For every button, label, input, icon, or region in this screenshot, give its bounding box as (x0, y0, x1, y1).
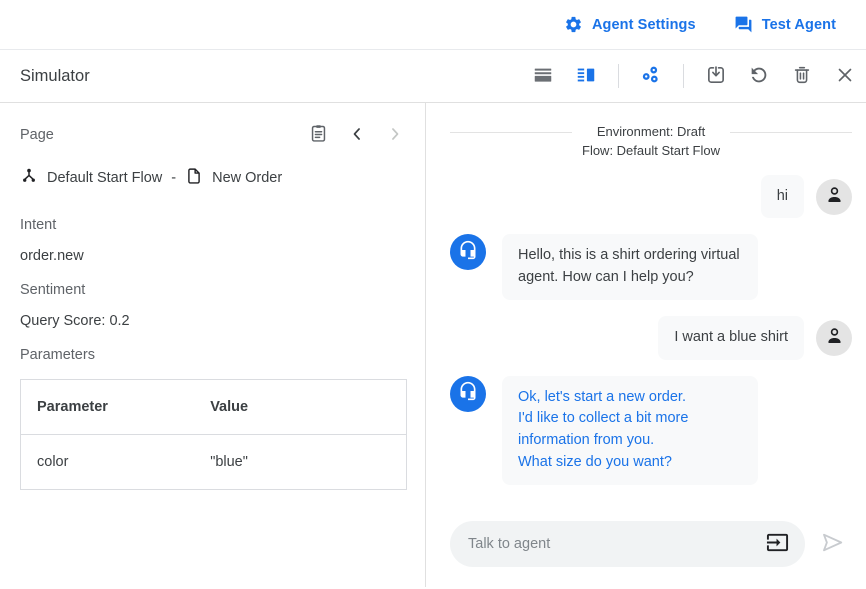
user-message-bubble: hi (761, 175, 804, 219)
agent-icon (458, 240, 478, 265)
send-icon (819, 529, 846, 559)
toolbar-divider (618, 64, 619, 88)
agent-message-bubble: Ok, let's start a new order. I'd like to… (502, 376, 758, 485)
top-bar: Agent Settings Test Agent (0, 0, 866, 50)
gear-icon (564, 15, 583, 34)
page-name[interactable]: New Order (212, 170, 282, 186)
prev-icon (347, 124, 367, 147)
diagnostics-panel: Page Default Start Flow - New Order Inte… (0, 103, 426, 587)
user-message-row: hi (450, 175, 852, 219)
split-view-button[interactable] (573, 62, 599, 91)
intent-value: order.new (20, 248, 407, 264)
test-agent-label: Test Agent (762, 17, 836, 33)
reset-button[interactable] (746, 62, 772, 91)
agent-message-line: Ok, let's start a new order. (518, 387, 742, 409)
agent-settings-label: Agent Settings (592, 17, 696, 33)
talk-pill (450, 521, 805, 567)
divider-line (450, 132, 572, 133)
enter-button[interactable] (764, 529, 791, 559)
save-test-case-button[interactable] (703, 62, 729, 91)
prev-turn-button[interactable] (345, 122, 369, 149)
simulator-toolbar (530, 62, 858, 91)
avatar (816, 179, 852, 215)
user-message-row: I want a blue shirt (450, 316, 852, 360)
copy-button[interactable] (306, 121, 331, 149)
flow-icon (20, 167, 38, 189)
save-test-case-icon (705, 64, 727, 89)
flow-graph-icon (640, 64, 662, 89)
page-icon (185, 167, 203, 189)
table-header-row: Parameter Value (21, 380, 407, 435)
parameter-value-cell: "blue" (194, 435, 406, 490)
test-agent-button[interactable]: Test Agent (734, 15, 836, 34)
send-button[interactable] (819, 529, 846, 559)
environment-header: Environment: Draft Flow: Default Start F… (450, 123, 852, 161)
agent-avatar (450, 234, 486, 270)
toolbar-divider (683, 64, 684, 88)
avatar (816, 320, 852, 356)
sentiment-value: Query Score: 0.2 (20, 313, 407, 329)
delete-button[interactable] (789, 62, 815, 91)
flow-label: Flow: Default Start Flow (582, 142, 720, 161)
user-icon (824, 325, 845, 351)
user-message-bubble: I want a blue shirt (658, 316, 804, 360)
reset-icon (748, 64, 770, 89)
delete-icon (791, 64, 813, 89)
agent-icon (458, 381, 478, 406)
intent-label: Intent (20, 217, 407, 233)
environment-label: Environment: Draft (582, 123, 720, 142)
split-view-icon (575, 64, 597, 89)
simulator-header: Simulator (0, 50, 866, 103)
parameter-name-cell: color (21, 435, 195, 490)
divider-line (730, 132, 852, 133)
parameters-table: Parameter Value color "blue" (20, 379, 407, 490)
chat-panel: Environment: Draft Flow: Default Start F… (426, 103, 866, 587)
flow-name[interactable]: Default Start Flow (47, 170, 162, 186)
next-turn-button[interactable] (383, 122, 407, 149)
flow-page-separator: - (171, 170, 176, 186)
agent-message-line: What size do you want? (518, 452, 742, 474)
response-view-button[interactable] (530, 62, 556, 91)
flow-graph-button[interactable] (638, 62, 664, 91)
parameters-label: Parameters (20, 347, 407, 363)
agent-settings-button[interactable]: Agent Settings (564, 15, 696, 34)
talk-to-agent-input[interactable] (468, 536, 764, 552)
user-icon (824, 184, 845, 210)
agent-avatar (450, 376, 486, 412)
copy-icon (308, 123, 329, 147)
chat-bubbles-icon (734, 15, 753, 34)
next-icon (385, 124, 405, 147)
agent-message-line: I'd like to collect a bit more informati… (518, 408, 742, 452)
enter-icon (766, 531, 789, 557)
page-label: Page (20, 127, 54, 143)
simulator-title: Simulator (20, 67, 90, 86)
sentiment-label: Sentiment (20, 282, 407, 298)
agent-message-bubble: Hello, this is a shirt ordering virtual … (502, 234, 758, 300)
close-icon (834, 64, 856, 89)
chat-input-row (450, 521, 852, 567)
agent-message-row: Ok, let's start a new order. I'd like to… (450, 376, 852, 485)
agent-message-row: Hello, this is a shirt ordering virtual … (450, 234, 852, 300)
main-content: Page Default Start Flow - New Order Inte… (0, 103, 866, 587)
parameter-column-header: Parameter (21, 380, 195, 435)
table-row: color "blue" (21, 435, 407, 490)
response-view-icon (532, 64, 554, 89)
close-simulator-button[interactable] (832, 62, 858, 91)
value-column-header: Value (194, 380, 406, 435)
